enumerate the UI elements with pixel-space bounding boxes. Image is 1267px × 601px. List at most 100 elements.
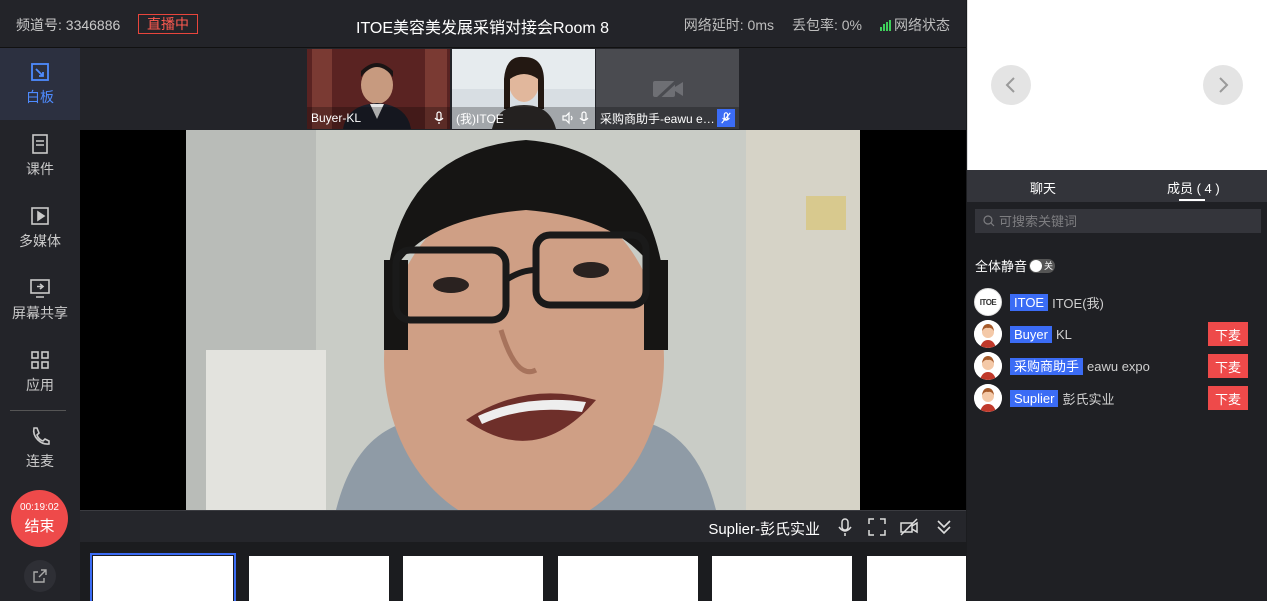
- signal-icon: [880, 19, 891, 31]
- role-badge: ITOE: [1010, 293, 1049, 311]
- page-thumb[interactable]: [403, 556, 543, 601]
- page-thumb[interactable]: [867, 556, 966, 601]
- network-status-button[interactable]: 网络状态: [880, 15, 950, 35]
- prev-page-button[interactable]: [991, 65, 1031, 105]
- live-status-badge: 直播中: [138, 14, 198, 34]
- page-thumb[interactable]: [90, 553, 236, 601]
- role-badge: 采购商助手: [1010, 357, 1084, 375]
- video-control-bar: Suplier-彭氏实业: [80, 510, 966, 542]
- search-icon: [983, 215, 995, 227]
- mute-all-control: 全体静音 关: [975, 256, 1056, 275]
- member-row: Suplier 彭氏实业 下麦: [974, 383, 1264, 413]
- session-timer: 00:19:02: [20, 501, 59, 513]
- member-name: KL: [1055, 326, 1072, 342]
- collapse-icon[interactable]: [934, 517, 954, 537]
- microphone-icon[interactable]: [835, 517, 855, 537]
- page-thumb[interactable]: [558, 556, 698, 601]
- remove-from-mic-button[interactable]: 下麦: [1208, 322, 1248, 346]
- thumbnail-buyer-kl[interactable]: Buyer-KL: [307, 49, 450, 129]
- thumbnail-caption: Buyer-KL: [307, 107, 450, 129]
- courseware-icon: [32, 134, 48, 154]
- page-thumb[interactable]: [249, 556, 389, 601]
- thumbnail-caption: (我)ITOE: [452, 107, 595, 129]
- sidebar-item-apps[interactable]: 应用: [0, 336, 80, 408]
- page-thumbnails: [80, 542, 966, 601]
- speaker-video-frame: [186, 130, 860, 510]
- participant-name: (我)ITOE: [456, 111, 504, 126]
- network-stats: 网络延时: 0ms 丢包率: 0% 网络状态: [684, 15, 950, 35]
- room-title: ITOE美容美发展采销对接会Room 8: [356, 20, 610, 37]
- member-row: Buyer KL 下麦: [974, 319, 1264, 349]
- whiteboard-preview: [967, 0, 1267, 170]
- sidebar-item-mic-link[interactable]: 连麦: [0, 412, 80, 484]
- participant-thumbnails: Buyer-KL (我)ITOE 采购商助手-eawu expo: [80, 48, 966, 130]
- packet-loss-text: 丢包率: 0%: [791, 17, 862, 33]
- role-badge: Suplier: [1010, 389, 1059, 407]
- video-off-icon[interactable]: [899, 517, 919, 537]
- channel-number: 频道号: 3346886: [16, 17, 121, 33]
- toggle-state-text: 关: [1044, 260, 1054, 271]
- speaker-icon[interactable]: [561, 111, 575, 125]
- mic-off-icon: [721, 112, 731, 124]
- thumbnail-itoe-self[interactable]: (我)ITOE: [452, 49, 595, 129]
- chevron-right-icon: [1219, 77, 1229, 93]
- speaker-name: Suplier-彭氏实业: [708, 521, 820, 538]
- remove-from-mic-button[interactable]: 下麦: [1208, 354, 1248, 378]
- sidebar-item-screen-share[interactable]: 屏幕共享: [0, 264, 80, 336]
- member-name: 彭氏实业: [1062, 391, 1115, 407]
- mic-muted-button[interactable]: [717, 109, 735, 127]
- member-search-input[interactable]: [975, 209, 1261, 233]
- remove-from-mic-button[interactable]: 下麦: [1208, 386, 1248, 410]
- multimedia-icon: [31, 207, 49, 225]
- panel-tabs: 聊天 成员 ( 4 ): [967, 170, 1267, 202]
- phone-icon: [32, 427, 50, 445]
- avatar: [974, 352, 1002, 380]
- left-sidebar: 白板 课件 多媒体 屏幕共享 应用 连麦 00:19:02 结束: [0, 48, 80, 601]
- sidebar-item-label: 多媒体: [19, 233, 61, 249]
- mute-all-label: 全体静音: [975, 259, 1028, 274]
- main-video-area: [80, 130, 966, 510]
- active-tab-indicator: [1179, 199, 1205, 201]
- screen-share-icon: [30, 279, 50, 298]
- avatar: ITOE: [974, 288, 1002, 316]
- end-session-button[interactable]: 00:19:02 结束: [11, 490, 68, 547]
- member-name: ITOE(我): [1052, 295, 1104, 311]
- tab-members[interactable]: 成员 ( 4 ): [1167, 178, 1220, 197]
- external-link-icon: [33, 569, 47, 583]
- sidebar-item-courseware[interactable]: 课件: [0, 120, 80, 192]
- itoe-logo: ITOE: [979, 297, 997, 307]
- popout-button[interactable]: [24, 560, 56, 592]
- tab-chat[interactable]: 聊天: [1030, 178, 1056, 197]
- top-bar: 频道号: 3346886 直播中 ITOE美容美发展采销对接会Room 8 网络…: [0, 0, 966, 48]
- page-thumb[interactable]: [712, 556, 852, 601]
- member-name: eawu expo: [1087, 358, 1150, 374]
- sidebar-item-label: 屏幕共享: [12, 305, 68, 321]
- member-row: 采购商助手 eawu expo 下麦: [974, 351, 1264, 381]
- sidebar-item-whiteboard[interactable]: 白板: [0, 48, 80, 120]
- participant-name: Buyer-KL: [311, 111, 362, 125]
- sidebar-divider: [10, 410, 66, 411]
- mute-all-toggle[interactable]: 关: [1029, 258, 1056, 273]
- whiteboard-icon: [31, 63, 49, 81]
- apps-icon: [31, 351, 49, 369]
- role-badge: Buyer: [1010, 325, 1052, 343]
- microphone-icon[interactable]: [432, 111, 446, 125]
- live-room-app: 频道号: 3346886 直播中 ITOE美容美发展采销对接会Room 8 网络…: [0, 0, 1267, 601]
- thumbnail-eawu-expo[interactable]: 采购商助手-eawu expo: [596, 49, 739, 129]
- avatar: [974, 320, 1002, 348]
- sidebar-item-label: 白板: [26, 89, 54, 105]
- sidebar-item-multimedia[interactable]: 多媒体: [0, 192, 80, 264]
- camera-off-icon: [653, 75, 683, 103]
- sidebar-item-label: 课件: [26, 161, 54, 177]
- network-status-label: 网络状态: [894, 17, 950, 33]
- thumbnail-caption: 采购商助手-eawu expo: [596, 107, 739, 129]
- sidebar-item-label: 连麦: [26, 453, 54, 469]
- speaker-video: [186, 130, 860, 510]
- latency-text: 网络延时: 0ms: [683, 17, 774, 33]
- microphone-icon[interactable]: [577, 111, 591, 125]
- fullscreen-icon[interactable]: [867, 517, 887, 537]
- sidebar-item-label: 应用: [26, 377, 54, 393]
- next-page-button[interactable]: [1203, 65, 1243, 105]
- avatar: [974, 384, 1002, 412]
- chevron-left-icon: [1005, 77, 1015, 93]
